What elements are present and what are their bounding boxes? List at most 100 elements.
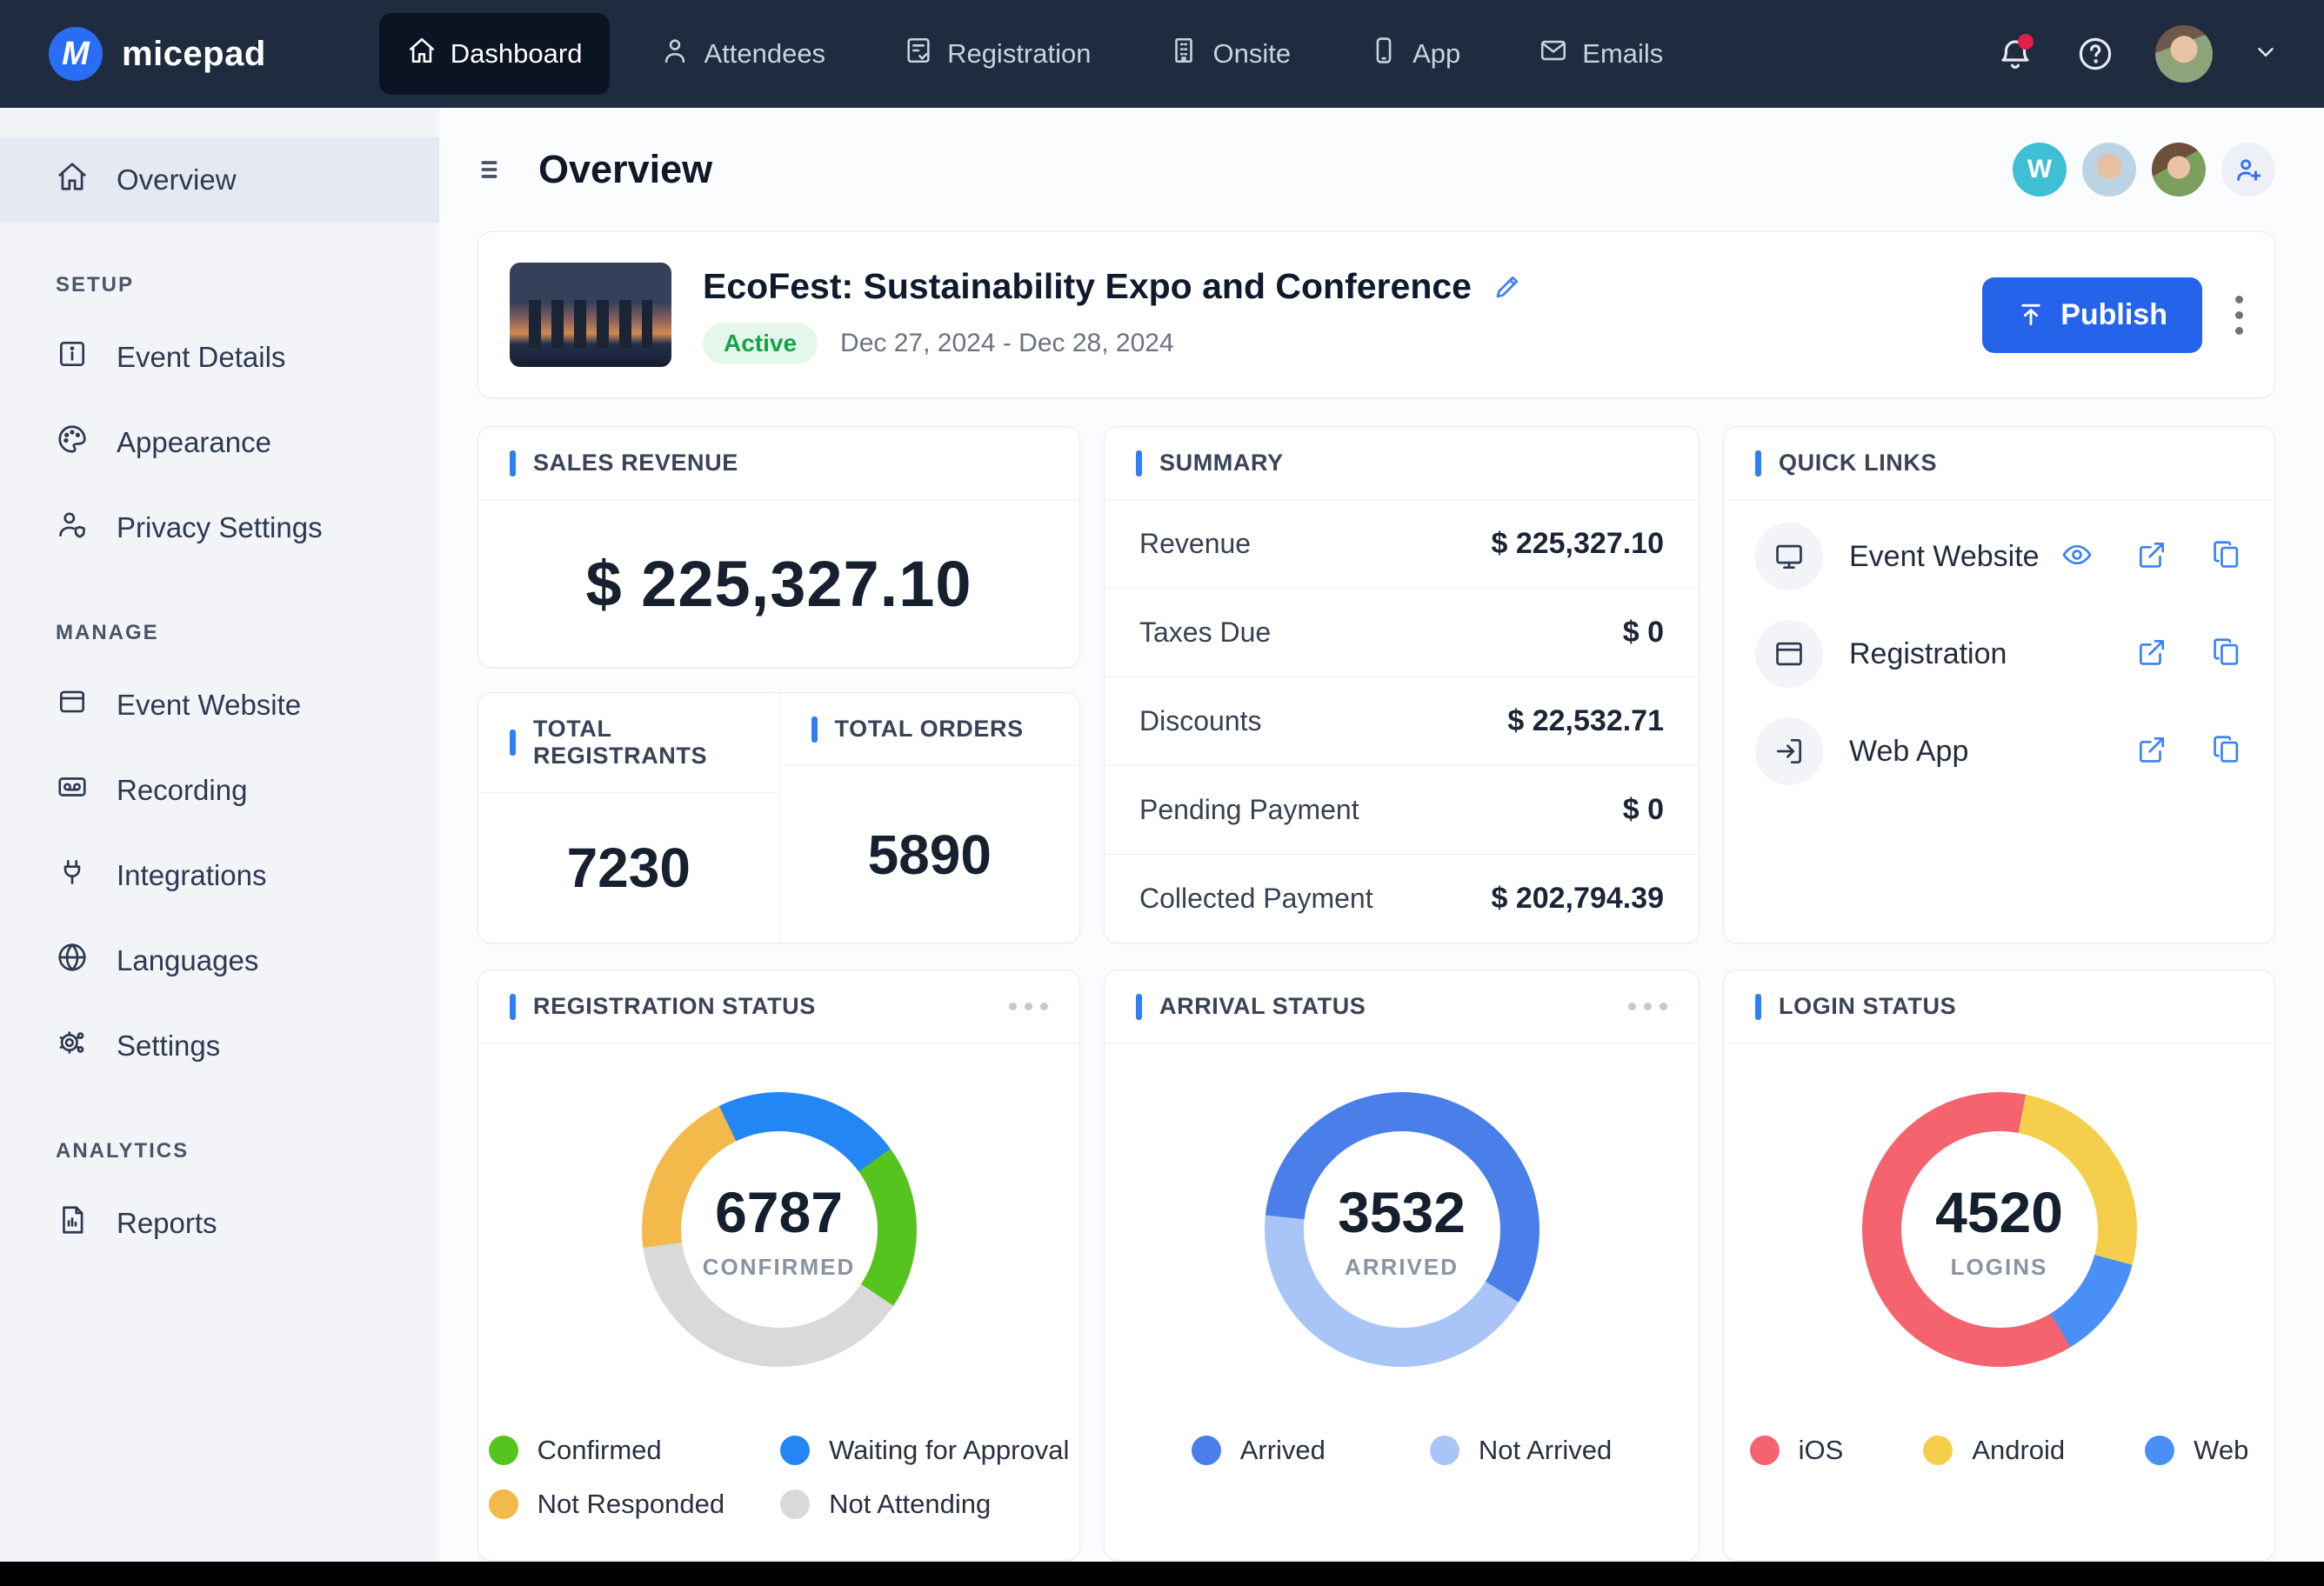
legend-dot — [780, 1436, 811, 1465]
card-accent-bar — [1136, 993, 1142, 1020]
card-title: SUMMARY — [1159, 450, 1284, 476]
open-external-icon[interactable] — [2135, 538, 2168, 576]
totals-card: TOTAL REGISTRANTS 7230 TOTAL ORDERS 5890 — [477, 692, 1080, 943]
card-menu-ellipsis-icon[interactable] — [1009, 1003, 1048, 1010]
summary-card: SUMMARY Revenue $ 225,327.10 Taxes Due $… — [1104, 426, 1700, 943]
sidebar-item-appearance[interactable]: Appearance — [0, 400, 439, 485]
legend-item: Android — [1923, 1435, 2065, 1466]
open-external-icon[interactable] — [2135, 636, 2168, 673]
sidebar-item-recording[interactable]: Recording — [0, 748, 439, 833]
publish-label: Publish — [2060, 297, 2167, 331]
quick-link-label[interactable]: Event Website — [1849, 540, 2040, 574]
main-content: Overview W EcoFest: Sustainability Expo … — [439, 108, 2324, 1562]
quick-link-event-website: Event Website — [1755, 523, 2243, 590]
phone-icon — [1369, 36, 1399, 72]
registration-legend: Confirmed Waiting for Approval Not Respo… — [478, 1435, 1079, 1520]
sidebar-label: Appearance — [117, 426, 271, 458]
sidebar-item-event-details[interactable]: Event Details — [0, 315, 439, 400]
top-nav: M micepad Dashboard Attendees Registrati… — [0, 0, 2324, 108]
donut-center-value: 3532 — [1338, 1179, 1466, 1244]
sidebar-item-reports[interactable]: Reports — [0, 1181, 439, 1266]
add-collaborator-button[interactable] — [2221, 143, 2275, 197]
donut-center-label: ARRIVED — [1344, 1253, 1459, 1280]
sidebar-label: Reports — [117, 1207, 217, 1239]
donut-center-value: 4520 — [1935, 1179, 2063, 1244]
sales-revenue-card: SALES REVENUE $ 225,327.10 — [477, 426, 1080, 668]
sidebar-item-integrations[interactable]: Integrations — [0, 833, 439, 918]
browser-window-icon — [56, 685, 89, 725]
plug-icon — [56, 856, 89, 896]
legend-item: iOS — [1749, 1435, 1844, 1466]
summary-label: Taxes Due — [1139, 616, 1272, 648]
edit-pencil-icon[interactable] — [1493, 270, 1524, 302]
collaborator-avatar-w[interactable]: W — [2013, 143, 2067, 197]
user-avatar[interactable] — [2155, 25, 2213, 83]
sidebar-item-privacy-settings[interactable]: Privacy Settings — [0, 485, 439, 570]
legend-item: Waiting for Approval — [780, 1435, 1069, 1466]
open-external-icon[interactable] — [2135, 733, 2168, 770]
sidebar-item-overview[interactable]: Overview — [0, 137, 439, 223]
sidebar-item-settings[interactable]: Settings — [0, 1003, 439, 1089]
card-menu-ellipsis-icon[interactable] — [1628, 1003, 1667, 1010]
legend-dot — [1429, 1436, 1459, 1465]
collaborator-avatar-photo[interactable] — [2082, 143, 2136, 197]
sidebar-label: Languages — [117, 944, 259, 976]
home-icon — [56, 160, 89, 200]
login-legend: iOS Android Web — [1724, 1435, 2274, 1466]
quick-link-label[interactable]: Web App — [1849, 735, 1968, 769]
login-status-donut: 4520 LOGINS — [1861, 1092, 2137, 1367]
preview-eye-icon[interactable] — [2060, 538, 2094, 576]
summary-value: $ 225,327.10 — [1491, 527, 1664, 560]
nav-item-emails[interactable]: Emails — [1511, 13, 1691, 95]
card-accent-bar — [510, 450, 516, 476]
card-accent-bar — [1755, 450, 1761, 476]
notifications-bell-icon[interactable] — [1995, 34, 2035, 74]
copy-icon[interactable] — [2210, 636, 2243, 673]
summary-value: $ 0 — [1622, 793, 1664, 826]
legend-dot — [1191, 1436, 1221, 1465]
sidebar-item-event-website[interactable]: Event Website — [0, 663, 439, 748]
sign-in-icon — [1755, 717, 1823, 785]
event-kebab-menu-icon[interactable] — [2235, 295, 2243, 335]
palette-icon — [56, 423, 89, 463]
nav-item-onsite[interactable]: Onsite — [1141, 13, 1319, 95]
event-card: EcoFest: Sustainability Expo and Confere… — [477, 231, 2275, 398]
summary-value: $ 22,532.71 — [1507, 704, 1664, 737]
legend-label: iOS — [1798, 1435, 1844, 1465]
total-registrants-cell: TOTAL REGISTRANTS 7230 — [478, 693, 779, 943]
total-orders-cell: TOTAL ORDERS 5890 — [778, 693, 1079, 943]
nav-item-app[interactable]: App — [1341, 13, 1488, 95]
page-header: Overview W — [477, 141, 2275, 198]
card-title: TOTAL ORDERS — [834, 716, 1024, 742]
micepad-logo-icon: M — [49, 27, 103, 81]
nav-item-registration[interactable]: Registration — [876, 13, 1119, 95]
summary-row-discounts: Discounts $ 22,532.71 — [1105, 677, 1699, 766]
summary-label: Pending Payment — [1139, 794, 1359, 825]
sidebar-item-languages[interactable]: Languages — [0, 918, 439, 1003]
report-document-icon — [56, 1203, 89, 1243]
legend-item: Not Attending — [780, 1489, 1069, 1520]
help-icon[interactable] — [2075, 34, 2115, 74]
legend-label: Not Attending — [829, 1489, 992, 1519]
quick-link-label[interactable]: Registration — [1849, 637, 2007, 671]
legend-item: Arrived — [1191, 1435, 1326, 1466]
monitor-icon — [1755, 523, 1823, 590]
card-accent-bar — [811, 716, 818, 743]
person-shield-icon — [56, 508, 89, 548]
publish-button[interactable]: Publish — [1982, 277, 2202, 353]
collaborator-avatar-photo[interactable] — [2152, 143, 2206, 197]
status-badge: Active — [703, 322, 818, 364]
copy-icon[interactable] — [2210, 733, 2243, 770]
nav-item-dashboard[interactable]: Dashboard — [378, 13, 611, 95]
collaborator-avatars: W — [2013, 143, 2275, 197]
copy-icon[interactable] — [2210, 538, 2243, 576]
nav-item-attendees[interactable]: Attendees — [632, 13, 853, 95]
page-title: Overview — [538, 147, 713, 191]
sidebar-heading-setup: SETUP — [56, 273, 135, 297]
legend-item: Not Arrived — [1429, 1435, 1612, 1466]
summary-label: Collected Payment — [1139, 883, 1373, 914]
hamburger-menu-icon[interactable] — [477, 153, 511, 186]
donut-center-label: CONFIRMED — [702, 1253, 856, 1280]
brand-logo[interactable]: M micepad — [49, 27, 266, 81]
chevron-down-icon[interactable] — [2253, 39, 2279, 70]
